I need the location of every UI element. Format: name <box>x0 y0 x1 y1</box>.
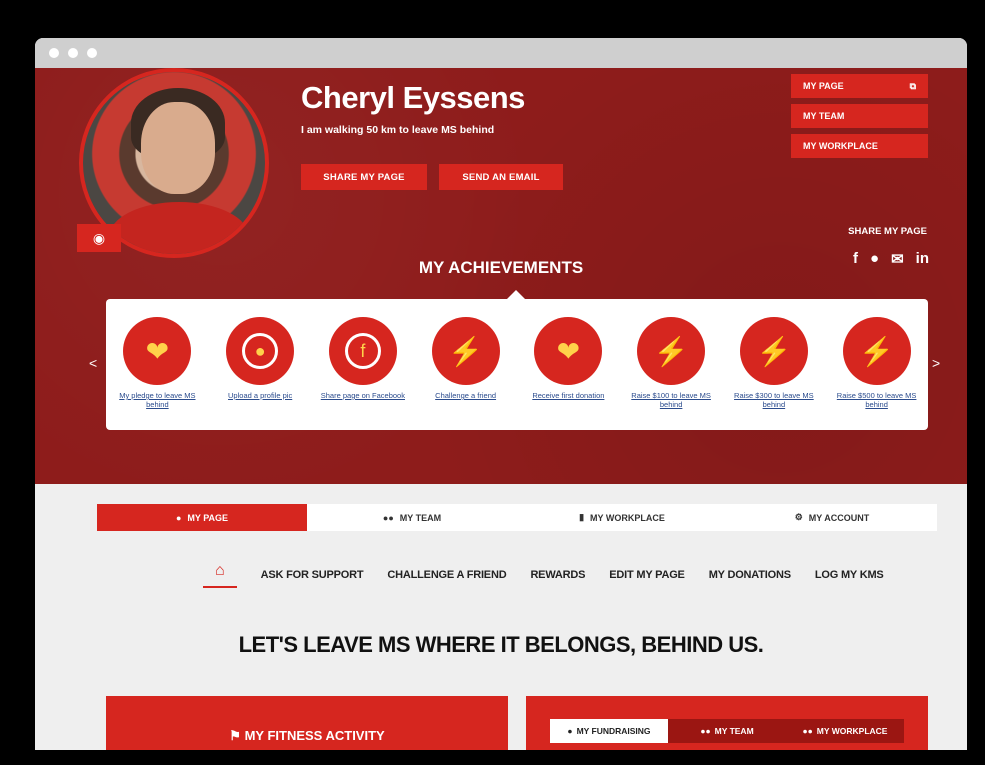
subtab-my-fundraising[interactable]: ● MY FUNDRAISING <box>550 719 668 743</box>
achievement-label[interactable]: Raise $500 to leave MS behind <box>832 391 922 409</box>
group-icon: ●● <box>700 726 711 736</box>
tab-my-workplace[interactable]: ▮ MY WORKPLACE <box>517 504 727 531</box>
side-nav-my-workplace[interactable]: MY WORKPLACE <box>791 134 928 158</box>
achievement-label[interactable]: Upload a profile pic <box>215 391 305 400</box>
subnav-edit-my-page[interactable]: EDIT MY PAGE <box>609 569 685 581</box>
achievements-prev-arrow[interactable]: < <box>89 355 97 371</box>
change-photo-button[interactable]: ◉ <box>77 224 121 252</box>
window-dot-maximize[interactable] <box>87 48 97 58</box>
achievement-badge[interactable]: ⚡ Challenge a friend <box>421 317 511 400</box>
challenge-icon: ⚡ <box>431 317 500 385</box>
main-tabs: ● MY PAGE ●● MY TEAM ▮ MY WORKPLACE ⚙ MY… <box>97 504 937 531</box>
donation-hand-icon: ❤ <box>534 317 603 385</box>
tab-my-team-label: MY TEAM <box>399 512 442 523</box>
subnav-challenge-a-friend[interactable]: CHALLENGE A FRIEND <box>387 569 506 581</box>
fitness-activity-title: ⚑ MY FITNESS ACTIVITY <box>106 728 508 744</box>
profile-tagline: I am walking 50 km to leave MS behind <box>301 124 495 136</box>
side-nav-my-workplace-label: MY WORKPLACE <box>803 141 878 151</box>
achievement-badge[interactable]: ❤ Receive first donation <box>523 317 613 400</box>
tab-my-account[interactable]: ⚙ MY ACCOUNT <box>727 504 937 531</box>
subtab-my-team-label: MY TEAM <box>714 726 754 736</box>
gear-icon: ⚙ <box>794 512 803 522</box>
side-nav-my-team[interactable]: MY TEAM <box>791 104 928 128</box>
achievement-badge[interactable]: ❤ My pledge to leave MS behind <box>112 317 202 409</box>
building-icon: ▮ <box>579 512 585 522</box>
side-nav-my-page-label: MY PAGE <box>803 81 844 91</box>
group-icon: ●● <box>382 512 394 523</box>
fitness-activity-panel: ⚑ MY FITNESS ACTIVITY <box>106 696 508 750</box>
fundraising-panel: ● MY FUNDRAISING ●● MY TEAM ●● MY WORKPL… <box>526 696 928 750</box>
subtab-my-workplace-label: MY WORKPLACE <box>816 726 888 736</box>
window-dot-close[interactable] <box>49 48 59 58</box>
achievement-badge[interactable]: ⚡ Raise $100 to leave MS behind <box>626 317 716 409</box>
achievement-label[interactable]: Receive first donation <box>523 391 613 400</box>
raise-300-icon: ⚡ <box>739 317 808 385</box>
subnav-rewards[interactable]: REWARDS <box>530 569 585 581</box>
page-headline: LET'S LEAVE MS WHERE IT BELONGS, BEHIND … <box>238 632 764 657</box>
subtab-my-fundraising-label: MY FUNDRAISING <box>576 726 651 736</box>
tab-my-page[interactable]: ● MY PAGE <box>97 504 307 531</box>
side-nav-my-page[interactable]: MY PAGE ⧉ <box>791 74 928 98</box>
achievements-next-arrow[interactable]: > <box>932 355 940 371</box>
raise-500-icon: ⚡ <box>842 317 911 385</box>
raise-100-icon: ⚡ <box>637 317 706 385</box>
facebook-share-icon: f <box>328 317 397 385</box>
side-nav-my-team-label: MY TEAM <box>803 111 845 121</box>
achievements-title: MY ACHIEVEMENTS <box>418 258 584 277</box>
person-icon: ● <box>175 512 182 523</box>
fitness-activity-label: MY FITNESS ACTIVITY <box>244 728 385 743</box>
achievement-badge[interactable]: f Share page on Facebook <box>318 317 408 400</box>
window-titlebar <box>35 38 967 68</box>
fundraising-subtabs: ● MY FUNDRAISING ●● MY TEAM ●● MY WORKPL… <box>550 719 904 743</box>
subnav-ask-for-support[interactable]: ASK FOR SUPPORT <box>261 569 364 581</box>
subtab-my-workplace[interactable]: ●● MY WORKPLACE <box>786 719 904 743</box>
subnav-my-donations[interactable]: MY DONATIONS <box>709 569 791 581</box>
browser-window: ◉ Cheryl Eyssens I am walking 50 km to l… <box>35 38 967 750</box>
window-dot-minimize[interactable] <box>68 48 78 58</box>
achievement-label[interactable]: Challenge a friend <box>421 391 511 400</box>
profile-name: Cheryl Eyssens <box>301 80 525 115</box>
home-icon[interactable]: ⌂ <box>203 562 237 588</box>
person-icon: ● <box>567 726 573 736</box>
avatar-face <box>141 102 215 194</box>
subnav-log-my-kms[interactable]: LOG MY KMS <box>815 569 884 581</box>
share-my-page-label: SHARE MY PAGE <box>848 226 927 237</box>
external-link-icon: ⧉ <box>909 80 916 91</box>
heart-person-icon: ❤ <box>123 317 192 385</box>
tab-my-page-label: MY PAGE <box>187 512 229 523</box>
tab-my-team[interactable]: ●● MY TEAM <box>307 504 517 531</box>
achievement-label[interactable]: My pledge to leave MS behind <box>112 391 202 409</box>
achievement-badge[interactable]: ⚡ Raise $500 to leave MS behind <box>832 317 922 409</box>
share-my-page-button[interactable]: SHARE MY PAGE <box>301 164 427 190</box>
tab-my-workplace-label: MY WORKPLACE <box>590 512 665 523</box>
achievement-badge[interactable]: ⚡ Raise $300 to leave MS behind <box>729 317 819 409</box>
sub-navigation: ⌂ ASK FOR SUPPORT CHALLENGE A FRIEND REW… <box>203 562 884 588</box>
group-icon: ●● <box>802 726 813 736</box>
flag-icon: ⚑ <box>229 728 241 743</box>
avatar-shirt <box>109 202 249 254</box>
achievement-label[interactable]: Raise $100 to leave MS behind <box>626 391 716 409</box>
achievements-carousel: ❤ My pledge to leave MS behind ● Upload … <box>106 290 928 430</box>
profile-hero: ◉ Cheryl Eyssens I am walking 50 km to l… <box>35 68 967 484</box>
achievement-label[interactable]: Share page on Facebook <box>318 391 408 400</box>
tab-my-account-label: MY ACCOUNT <box>808 512 870 523</box>
achievement-label[interactable]: Raise $300 to leave MS behind <box>729 391 819 409</box>
achievement-badge[interactable]: ● Upload a profile pic <box>215 317 305 400</box>
subtab-my-team[interactable]: ●● MY TEAM <box>668 719 786 743</box>
send-email-button[interactable]: SEND AN EMAIL <box>439 164 563 190</box>
profile-upload-icon: ● <box>226 317 295 385</box>
camera-icon: ◉ <box>92 229 106 246</box>
